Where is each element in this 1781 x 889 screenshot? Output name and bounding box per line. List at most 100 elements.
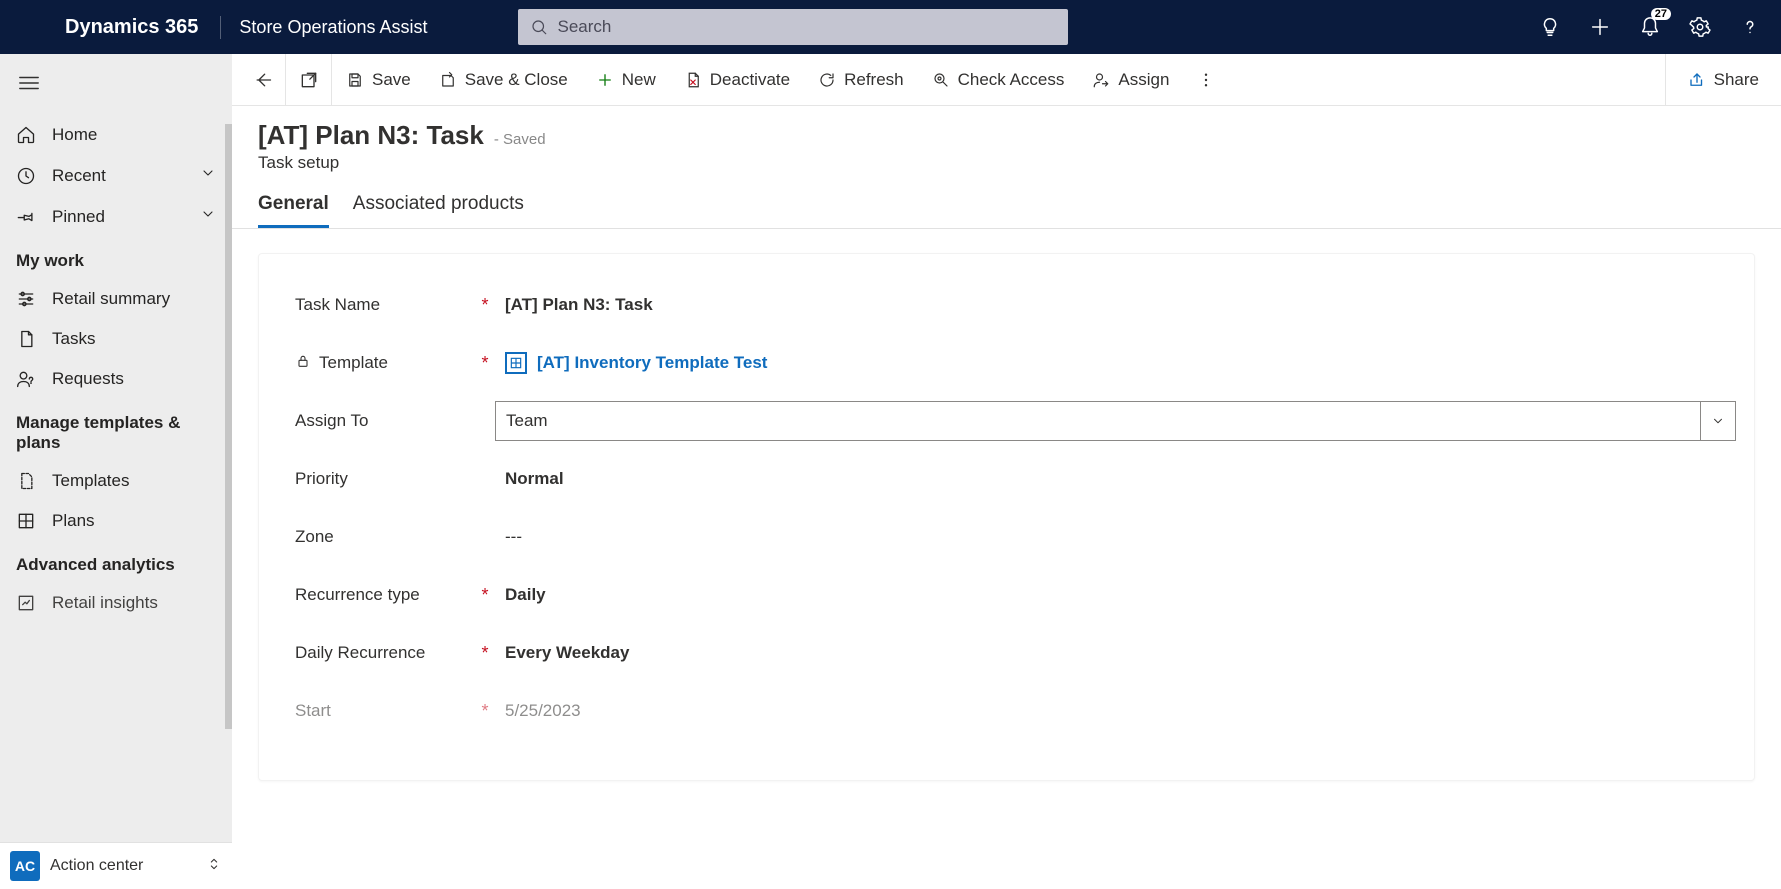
save-close-button[interactable]: Save & Close <box>425 54 582 106</box>
document-icon <box>16 329 36 349</box>
gear-icon[interactable] <box>1689 16 1711 38</box>
home-icon <box>16 125 36 145</box>
sidebar-item-label: Retail insights <box>52 593 158 613</box>
back-button[interactable] <box>240 54 286 106</box>
sidebar-item-retail-insights[interactable]: Retail insights <box>0 583 232 623</box>
field-label: Task Name <box>295 295 380 315</box>
file-dashed-icon <box>16 471 36 491</box>
notifications-icon[interactable]: 27 <box>1639 16 1661 38</box>
field-label: Assign To <box>295 411 368 431</box>
field-task-name: Task Name * [AT] Plan N3: Task <box>295 276 1736 334</box>
sidebar-item-tasks[interactable]: Tasks <box>0 319 232 359</box>
cmd-label: Refresh <box>844 70 904 90</box>
priority-input[interactable]: Normal <box>495 463 1736 495</box>
form-tabs: General Associated products <box>232 173 1781 229</box>
record-header: [AT] Plan N3: Task - Saved Task setup <box>232 106 1781 173</box>
cmd-label: Save & Close <box>465 70 568 90</box>
lightbulb-icon[interactable] <box>1539 16 1561 38</box>
form-section-general: Task Name * [AT] Plan N3: Task Template … <box>258 253 1755 781</box>
sidebar-item-label: Pinned <box>52 207 105 227</box>
deactivate-button[interactable]: Deactivate <box>670 54 804 106</box>
assign-button[interactable]: Assign <box>1078 54 1183 106</box>
zone-input[interactable]: --- <box>495 521 1736 553</box>
sidebar-scrollbar[interactable] <box>225 124 232 729</box>
new-button[interactable]: New <box>582 54 670 106</box>
field-label: Daily Recurrence <box>295 643 425 663</box>
tab-associated-products[interactable]: Associated products <box>353 193 524 228</box>
share-icon <box>1688 71 1706 89</box>
overflow-button[interactable] <box>1183 54 1229 106</box>
topbar-actions: 27 <box>1539 16 1781 38</box>
required-marker: * <box>475 701 495 722</box>
area-label: Action center <box>50 857 143 875</box>
refresh-icon <box>818 71 836 89</box>
daily-recurrence-input[interactable]: Every Weekday <box>495 637 1736 669</box>
template-lookup-link[interactable]: [AT] Inventory Template Test <box>505 352 1726 374</box>
chevron-down-icon <box>200 206 216 227</box>
record-saved-state: - Saved <box>494 131 546 148</box>
command-bar: Save Save & Close New Deactivate Refresh… <box>232 54 1781 106</box>
plus-icon[interactable] <box>1589 16 1611 38</box>
search-placeholder: Search <box>558 17 612 37</box>
app-name-label[interactable]: Store Operations Assist <box>221 17 427 38</box>
tab-general[interactable]: General <box>258 193 329 228</box>
brand-label[interactable]: Dynamics 365 <box>65 16 221 39</box>
start-date-input[interactable]: 5/25/2023 <box>495 695 1736 727</box>
field-template: Template * [AT] Inventory Template Test <box>295 334 1736 392</box>
deactivate-icon <box>684 71 702 89</box>
sidebar-item-retail-summary[interactable]: Retail summary <box>0 279 232 319</box>
record-title: [AT] Plan N3: Task <box>258 120 484 151</box>
required-marker: * <box>475 643 495 664</box>
sidebar-item-label: Templates <box>52 471 129 491</box>
sidebar-item-plans[interactable]: Plans <box>0 501 232 541</box>
required-marker: * <box>475 295 495 316</box>
field-assign-to: Assign To Team <box>295 392 1736 450</box>
sliders-icon <box>16 289 36 309</box>
global-search-input[interactable]: Search <box>518 9 1068 45</box>
assign-to-select[interactable]: Team <box>495 401 1736 441</box>
search-icon <box>530 18 548 36</box>
save-icon <box>346 71 364 89</box>
sidebar-item-label: Plans <box>52 511 95 531</box>
site-map-sidebar: Home Recent Pinned My work Retail summar… <box>0 54 232 889</box>
more-vertical-icon <box>1197 71 1215 89</box>
template-entity-icon <box>505 352 527 374</box>
save-button[interactable]: Save <box>332 54 425 106</box>
main-content: Save Save & Close New Deactivate Refresh… <box>232 54 1781 889</box>
sidebar-item-label: Recent <box>52 166 106 186</box>
field-label: Start <box>295 701 331 721</box>
sidebar-item-pinned[interactable]: Pinned <box>0 196 232 237</box>
sidebar-item-label: Tasks <box>52 329 95 349</box>
hamburger-toggle[interactable] <box>0 66 232 115</box>
cmd-label: Share <box>1714 70 1759 90</box>
task-name-input[interactable]: [AT] Plan N3: Task <box>495 289 1736 321</box>
field-priority: Priority Normal <box>295 450 1736 508</box>
sidebar-item-label: Home <box>52 125 97 145</box>
sidebar-section-analytics: Advanced analytics <box>0 541 232 583</box>
recurrence-type-input[interactable]: Daily <box>495 579 1736 611</box>
cmd-label: Save <box>372 70 411 90</box>
sidebar-item-requests[interactable]: Requests <box>0 359 232 399</box>
select-value: Team <box>506 411 548 431</box>
sidebar-section-mywork: My work <box>0 237 232 279</box>
field-recurrence-type: Recurrence type * Daily <box>295 566 1736 624</box>
cmd-label: Check Access <box>958 70 1065 90</box>
pin-icon <box>16 207 36 227</box>
sidebar-item-label: Requests <box>52 369 124 389</box>
plus-icon <box>596 71 614 89</box>
field-label: Recurrence type <box>295 585 420 605</box>
sidebar-item-templates[interactable]: Templates <box>0 461 232 501</box>
field-label: Template <box>319 353 388 373</box>
help-icon[interactable] <box>1739 16 1761 38</box>
check-access-button[interactable]: Check Access <box>918 54 1079 106</box>
refresh-button[interactable]: Refresh <box>804 54 918 106</box>
open-in-new-window-button[interactable] <box>286 54 332 106</box>
lock-icon <box>295 353 311 374</box>
share-button[interactable]: Share <box>1674 54 1773 106</box>
record-entity-label: Task setup <box>258 153 1755 173</box>
sidebar-item-home[interactable]: Home <box>0 115 232 155</box>
sidebar-item-recent[interactable]: Recent <box>0 155 232 196</box>
field-zone: Zone --- <box>295 508 1736 566</box>
area-switcher[interactable]: AC Action center <box>0 842 232 889</box>
field-start: Start * 5/25/2023 <box>295 682 1736 740</box>
